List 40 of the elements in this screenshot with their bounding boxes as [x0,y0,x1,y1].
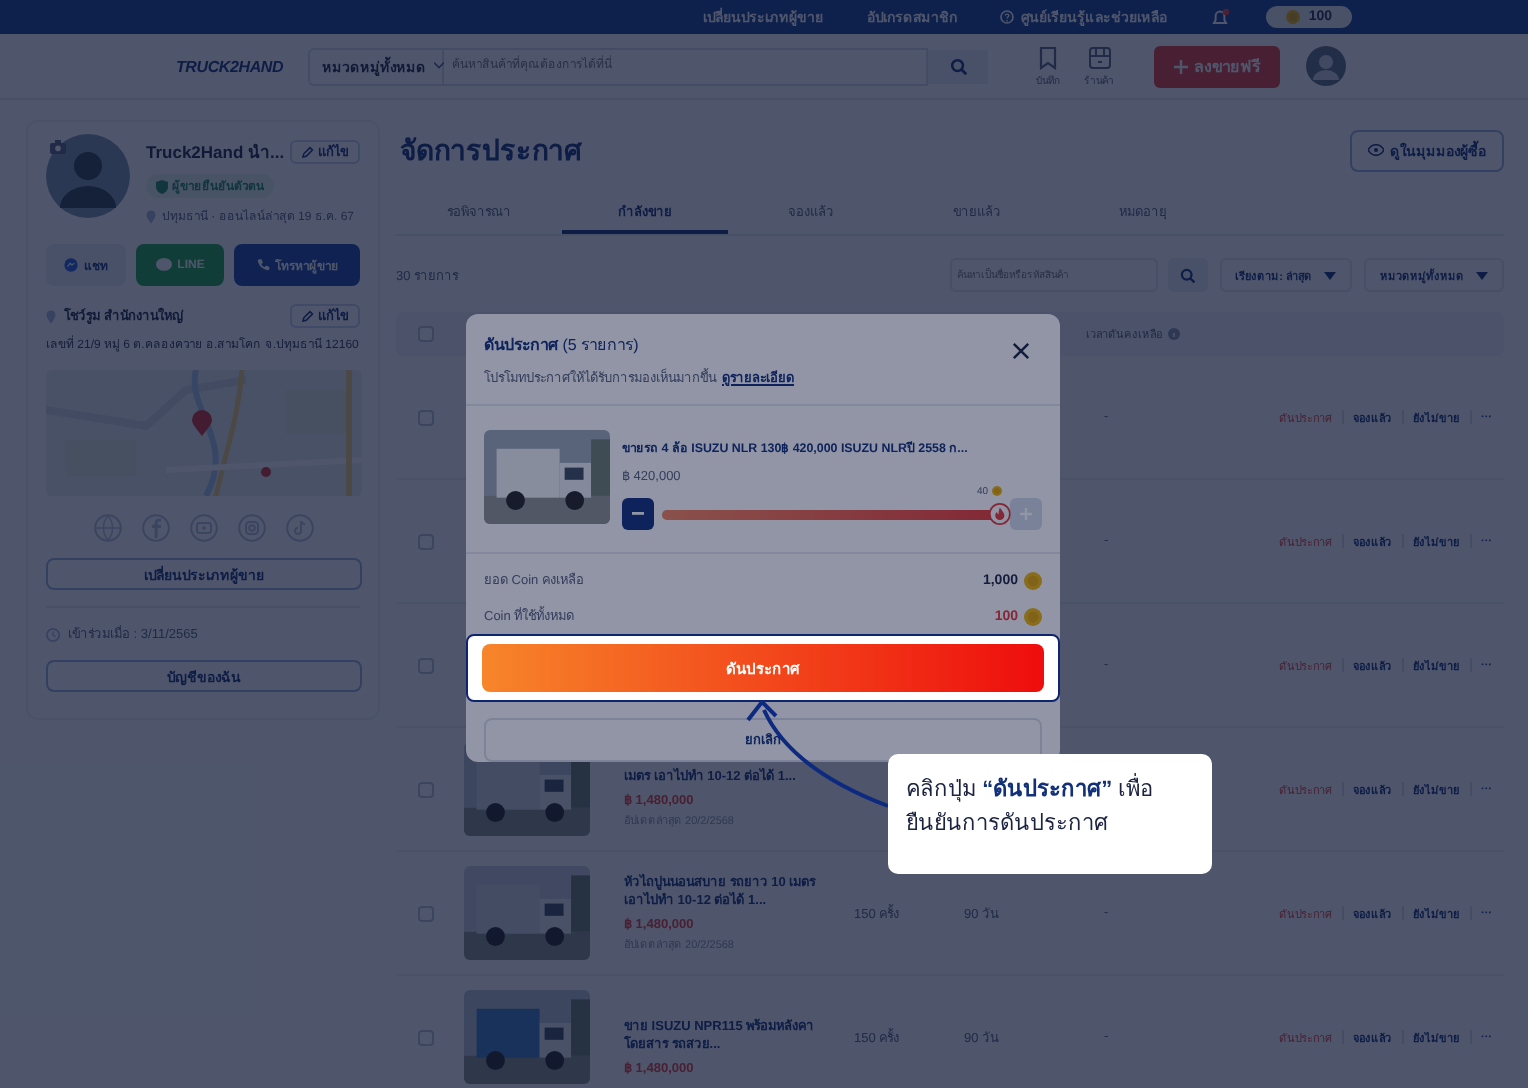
plus-icon [1174,59,1188,73]
logo: TRUCK2HAND [176,57,286,75]
store-icon [1087,45,1111,69]
pencil-icon [302,146,314,158]
search-button[interactable] [1167,258,1208,292]
close-button[interactable] [1012,342,1030,360]
search-icon [1179,267,1196,283]
phone-icon [255,258,269,272]
help-icon [1000,10,1015,24]
minus-icon [632,512,644,516]
slider-thumb[interactable] [988,503,1011,525]
location-icon [46,309,56,323]
clock-icon [46,627,60,642]
coin-icon [992,486,1002,496]
caret-icon [1324,271,1336,279]
info-icon [1168,328,1180,340]
caret-icon [434,62,444,70]
search-icon [949,57,967,75]
decrease-button[interactable] [622,498,654,530]
pointer-arrow [746,700,889,808]
modal-title: ดันประกาศ (5 รายการ) [484,334,639,358]
page-title: จัดการประกาศ [400,132,582,170]
search-button[interactable] [928,49,988,83]
close-icon [1012,342,1030,360]
camera-icon [50,140,66,154]
eye-icon [1368,144,1384,156]
shield-icon [156,179,168,193]
increase-button[interactable] [1010,498,1042,530]
seller-name: Truck2Hand นำ... [146,140,285,166]
avatar [1306,46,1346,86]
bell-icon [1210,7,1231,27]
bookmark-icon [1038,45,1058,69]
chat-bubble-icon [155,258,172,272]
coin-icon [1286,10,1301,24]
chat-icon [64,258,78,272]
caret-icon [1476,271,1488,279]
location-icon [146,209,156,223]
tooltip-text: คลิกปุ่ม “ดันประกาศ” เพื่อยืนยันการดันประกาศ [888,754,1212,874]
pencil-icon [302,310,314,322]
avatar [46,134,130,218]
